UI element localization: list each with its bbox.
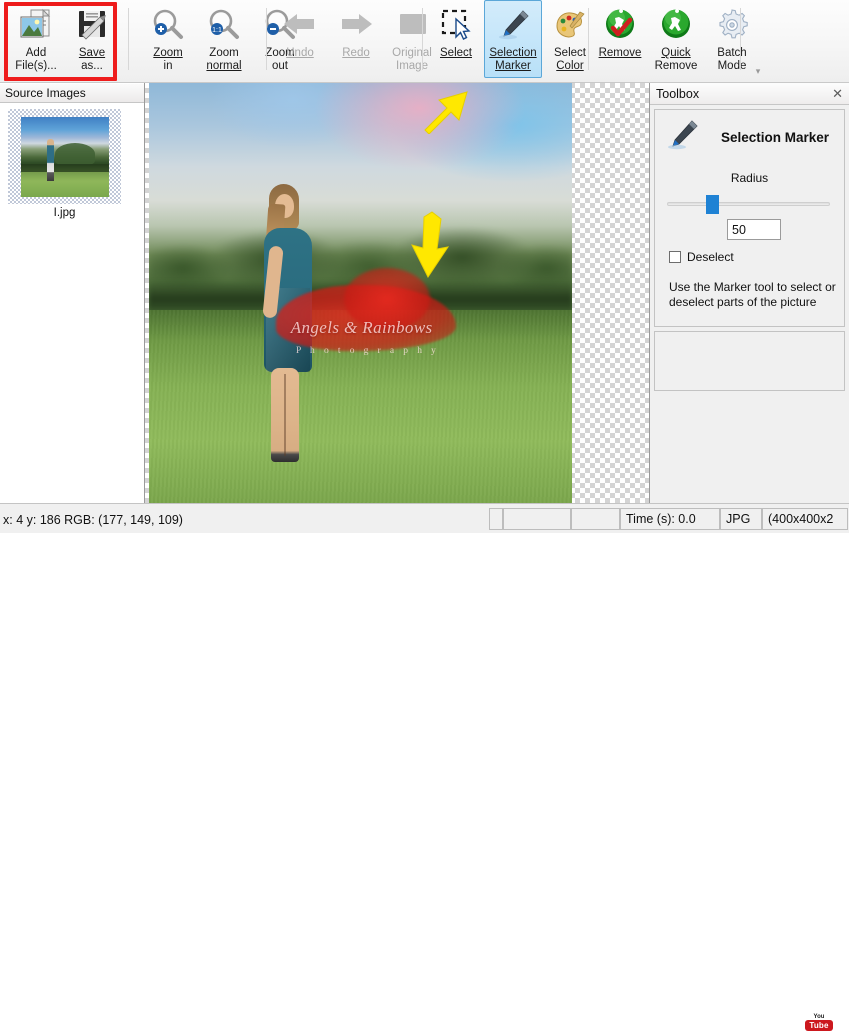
redo-arrow-icon <box>336 5 376 45</box>
toolbar-separator-4 <box>588 8 589 70</box>
status-cell-time: Time (s): 0.0 <box>620 508 720 530</box>
toolbar-separator-2 <box>266 8 267 70</box>
status-cell-format: JPG <box>720 508 762 530</box>
select-color-button[interactable]: Select Color <box>542 0 598 78</box>
toolbox-tool-header: Selection Marker <box>655 110 844 157</box>
thumbnail-band <box>21 164 109 172</box>
magnifier-plus-icon <box>150 5 186 45</box>
toolbar-separator-3 <box>422 8 423 70</box>
undo-arrow-icon <box>280 5 320 45</box>
marker-pen-icon <box>494 5 532 45</box>
thumbnail-image[interactable] <box>8 109 121 204</box>
image-placeholder-icon <box>392 5 432 45</box>
thumbnail-person <box>47 139 54 181</box>
select-button[interactable]: Select <box>428 0 484 78</box>
thumbnail-filename: I.jpg <box>53 207 76 219</box>
thumbnail-preview <box>21 117 109 197</box>
svg-text:1:1: 1:1 <box>212 27 222 34</box>
toolbar-group-remove: Remove Quick Remove Batch Mode <box>592 0 760 82</box>
green-runner-check-icon <box>601 5 639 45</box>
status-cell-size: (400x400x2 <box>762 508 848 530</box>
toolbox-panel: Toolbox ✕ Selection Marker Radius 50 Des… <box>650 83 849 503</box>
zoom-in-button[interactable]: Zoom in <box>140 0 196 78</box>
image-canvas[interactable]: Angels & Rainbows P h o t o g r a p h y <box>145 83 650 503</box>
add-files-button[interactable]: Add File(s)... <box>8 0 64 78</box>
youtube-watermark-top: You <box>813 1013 825 1020</box>
marker-pen-icon <box>663 118 701 157</box>
remove-label: Remove <box>598 47 642 59</box>
status-cell-3 <box>571 508 620 530</box>
deselect-checkbox[interactable] <box>669 251 681 263</box>
green-runner-icon <box>657 5 695 45</box>
radius-slider[interactable] <box>667 195 830 214</box>
thumbnail-bush <box>55 143 95 165</box>
selection-marker-label: Selection Marker <box>489 47 537 72</box>
quick-remove-label: Quick Remove <box>654 47 698 72</box>
toolbox-header: Toolbox ✕ <box>650 83 849 105</box>
figure-leg-split <box>284 373 287 456</box>
main-toolbar: Add File(s)... Save as... Zoom in 1:1 Zo… <box>0 0 849 83</box>
gear-icon <box>713 5 751 45</box>
radius-slider-handle[interactable] <box>706 195 720 214</box>
add-image-icon <box>18 5 54 45</box>
radius-slider-track <box>667 202 830 206</box>
zoom-in-label: Zoom in <box>153 47 183 72</box>
toolbox-tool-title: Selection Marker <box>721 130 830 145</box>
quick-remove-button[interactable]: Quick Remove <box>648 0 704 78</box>
toolbox-hint-text: Use the Marker tool to select or deselec… <box>669 280 839 310</box>
source-images-panel: Source Images I.jpg <box>0 83 145 503</box>
redo-button[interactable]: Redo <box>328 0 384 78</box>
select-label: Select <box>440 47 472 59</box>
zoom-normal-label: Zoom normal <box>206 47 242 72</box>
list-item[interactable]: I.jpg <box>8 109 144 219</box>
toolbar-overflow-chevron-icon[interactable]: ▾ <box>750 64 766 78</box>
status-cell-2 <box>503 508 571 530</box>
hint-line-1: Use the Marker tool to select or <box>669 280 836 294</box>
youtube-watermark-icon: You Tube <box>797 1010 841 1034</box>
select-color-label: Select Color <box>554 47 586 72</box>
zoom-normal-button[interactable]: 1:1 Zoom normal <box>196 0 252 78</box>
status-bar: x: 4 y: 186 RGB: (177, 149, 109) Time (s… <box>0 503 849 1031</box>
color-palette-icon <box>550 5 590 45</box>
cursor-coordinates: x: 4 y: 186 RGB: (177, 149, 109) <box>3 513 183 527</box>
save-as-label-line1: Save <box>78 47 106 59</box>
save-as-label-line2: as... <box>81 59 103 72</box>
source-images-list: I.jpg <box>0 103 144 219</box>
save-as-button[interactable]: Save as... <box>64 0 120 78</box>
toolbox-body: Selection Marker Radius Deselect Use the… <box>654 109 845 327</box>
close-icon[interactable]: ✕ <box>832 87 843 100</box>
add-files-label: Add File(s)... <box>15 47 57 72</box>
toolbar-separator-1 <box>128 8 129 70</box>
toolbox-title: Toolbox <box>656 86 700 101</box>
magnifier-normal-icon: 1:1 <box>206 5 242 45</box>
application-window: Add File(s)... Save as... Zoom in 1:1 Zo… <box>0 0 849 1031</box>
floppy-disk-icon <box>75 5 109 45</box>
selection-marker-button[interactable]: Selection Marker <box>484 0 542 78</box>
toolbar-group-history: Undo Redo Original Image <box>272 0 440 82</box>
hint-line-2: deselect parts of the picture <box>669 295 817 309</box>
toolbox-secondary-panel <box>654 331 845 391</box>
undo-label: Undo <box>286 47 314 59</box>
source-images-title: Source Images <box>0 83 144 103</box>
deselect-label: Deselect <box>687 250 734 264</box>
radius-input[interactable] <box>727 219 781 240</box>
original-image-label: Original Image <box>392 47 432 72</box>
marquee-cursor-icon <box>436 5 476 45</box>
toolbar-group-file: Add File(s)... Save as... <box>8 0 120 82</box>
batch-mode-label: Batch Mode <box>717 47 747 72</box>
toolbar-separator-5 <box>740 8 741 70</box>
photo-watermark-line1: Angels & Rainbows <box>290 318 433 338</box>
youtube-watermark-badge: Tube <box>805 1019 833 1031</box>
photo-watermark-line2: P h o t o g r a p h y <box>295 345 440 356</box>
remove-button[interactable]: Remove <box>592 0 648 78</box>
photo-image[interactable]: Angels & Rainbows P h o t o g r a p h y <box>149 83 572 503</box>
status-cell-1 <box>489 508 503 530</box>
toolbar-group-selection: Select Selection Marker Select Color <box>428 0 598 82</box>
redo-label: Redo <box>342 47 370 59</box>
save-as-label: Save as... <box>79 47 105 72</box>
radius-label: Radius <box>730 171 769 185</box>
deselect-row[interactable]: Deselect <box>669 250 844 264</box>
undo-button[interactable]: Undo <box>272 0 328 78</box>
